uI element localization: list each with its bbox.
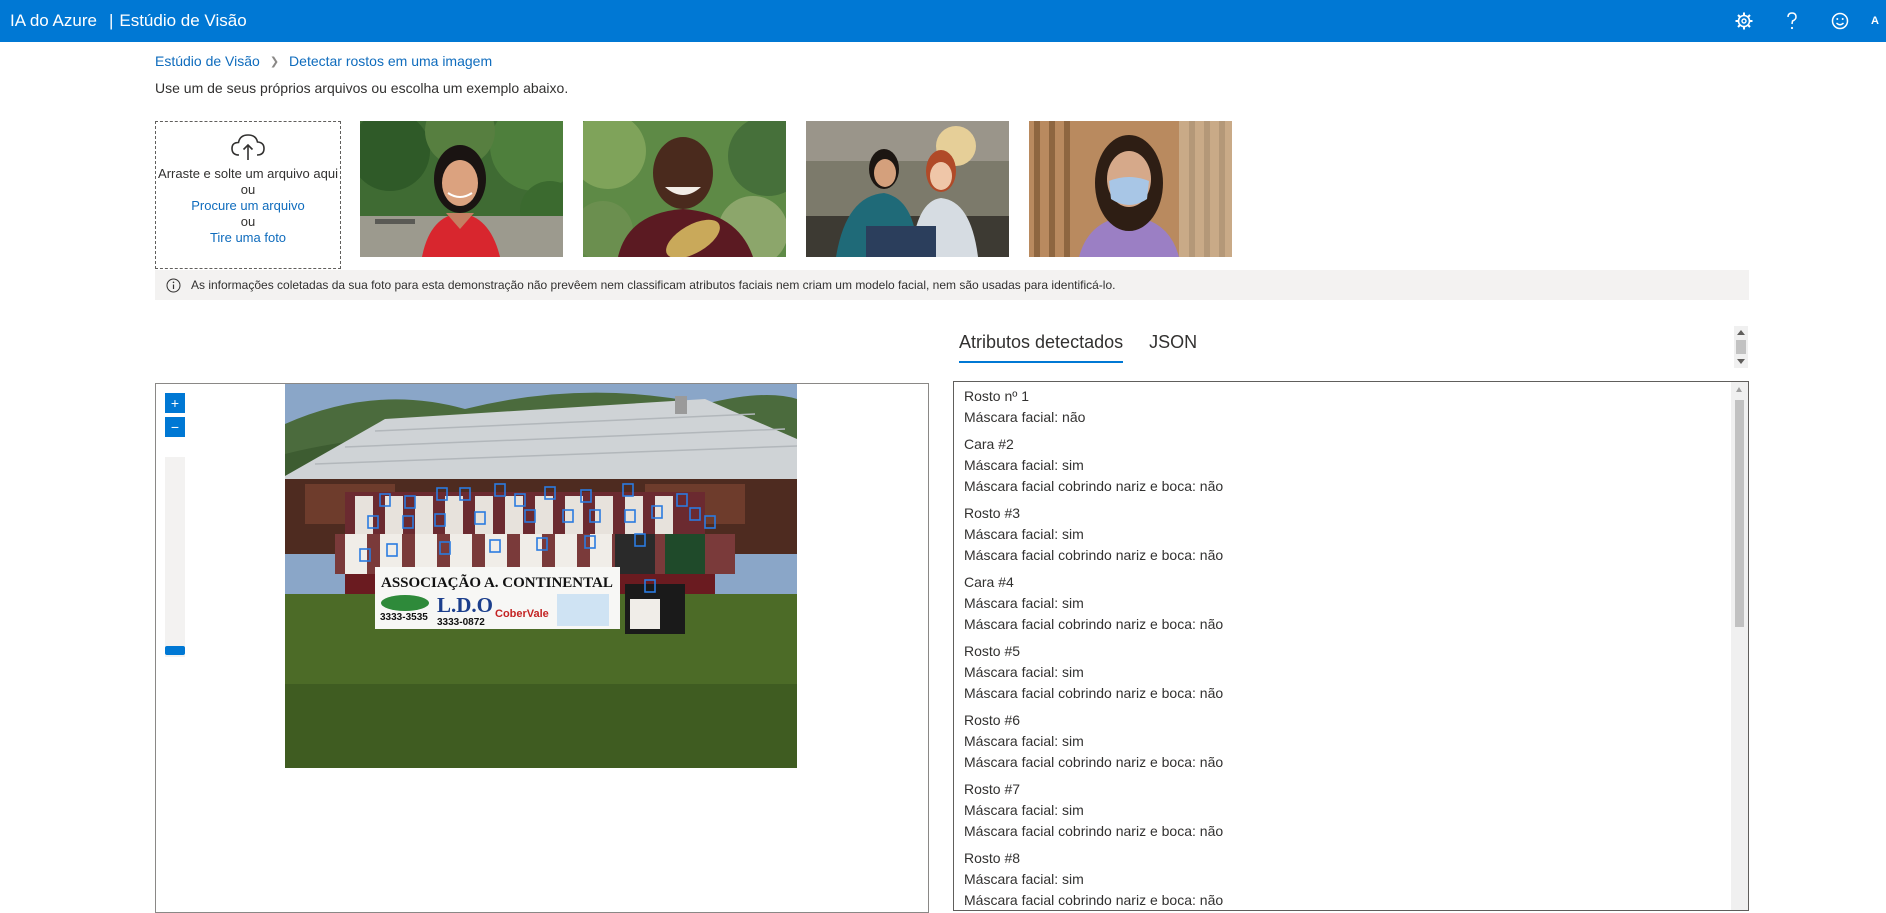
privacy-info-text: As informações coletadas da sua foto par… xyxy=(191,278,1116,292)
face-attribute: Máscara facial cobrindo nariz e boca: nã… xyxy=(964,685,1224,701)
drag-drop-text: Arraste e solte um arquivo aqui xyxy=(158,166,338,181)
sample-image-man-smiling[interactable] xyxy=(583,121,786,257)
face-result-item: Rosto #6 Máscara facial: sim Máscara fac… xyxy=(964,710,1724,773)
zoom-in-button[interactable]: + xyxy=(165,393,185,413)
face-result-item: Cara #2 Máscara facial: sim Máscara faci… xyxy=(964,434,1724,497)
take-photo-link[interactable]: Tire uma foto xyxy=(156,230,340,246)
feedback-smiley-icon[interactable] xyxy=(1816,0,1864,42)
scrollbar-thumb[interactable] xyxy=(1736,340,1746,354)
brand-separator: | xyxy=(108,11,114,30)
face-attribute: Máscara facial: sim xyxy=(964,526,1084,542)
results-scrollbar[interactable] xyxy=(1731,382,1748,910)
face-result-item: Rosto nº 1 Máscara facial: não xyxy=(964,386,1724,428)
tabs-scrollbar[interactable] xyxy=(1734,326,1748,368)
avatar[interactable]: A xyxy=(1864,0,1886,42)
brand-name[interactable]: IA do Azure xyxy=(10,11,97,31)
banner-phone-2: 3333-0872 xyxy=(437,617,485,628)
product-name[interactable]: Estúdio de Visão xyxy=(119,11,246,31)
analyzed-photo: ASSOCIAÇÃO A. CONTINENTAL 3333-3535 L.D.… xyxy=(285,384,797,768)
cloud-upload-icon xyxy=(231,134,265,160)
banner-brand-1: L.D.O xyxy=(437,593,493,617)
face-attribute: Máscara facial cobrindo nariz e boca: nã… xyxy=(964,547,1224,563)
breadcrumb-current-link[interactable]: Detectar rostos em uma imagem xyxy=(289,53,492,69)
file-upload-dropzone[interactable]: Arraste e solte um arquivo aqui ou Procu… xyxy=(155,121,341,269)
zoom-slider-handle[interactable] xyxy=(165,646,185,655)
chevron-right-icon: ❯ xyxy=(269,55,280,68)
face-title: Cara #2 xyxy=(964,436,1014,452)
face-attribute: Máscara facial: sim xyxy=(964,802,1084,818)
tab-detected-attributes[interactable]: Atributos detectados xyxy=(959,332,1124,363)
zoom-out-button[interactable]: − xyxy=(165,417,185,437)
face-title: Rosto nº 1 xyxy=(964,388,1030,404)
banner-phone-1: 3333-3535 xyxy=(380,612,428,623)
breadcrumb-root-link[interactable]: Estúdio de Visão xyxy=(155,53,260,69)
face-title: Rosto #7 xyxy=(964,781,1021,797)
face-attribute: Máscara facial: não xyxy=(964,409,1086,425)
help-icon[interactable] xyxy=(1768,0,1816,42)
face-attribute: Máscara facial cobrindo nariz e boca: nã… xyxy=(964,892,1224,908)
image-viewer: + − ASSOCIAÇÃO A. CONTINENTAL 3333-3535 … xyxy=(155,383,929,913)
face-attribute: Máscara facial cobrindo nariz e boca: nã… xyxy=(964,616,1224,632)
browse-file-link[interactable]: Procure um arquivo xyxy=(156,198,340,214)
top-bar: IA do Azure | Estúdio de Visão A xyxy=(0,0,1886,42)
face-attribute: Máscara facial: sim xyxy=(964,457,1084,473)
sample-image-woman-red-top[interactable] xyxy=(360,121,563,257)
info-icon xyxy=(166,278,181,292)
detected-attributes-panel[interactable]: Rosto nº 1 Máscara facial: não Cara #2 M… xyxy=(953,381,1749,911)
face-attribute: Máscara facial: sim xyxy=(964,664,1084,680)
banner-text: ASSOCIAÇÃO A. CONTINENTAL xyxy=(381,573,613,591)
sample-image-two-women[interactable] xyxy=(806,121,1009,257)
face-result-item: Cara #4 Máscara facial: sim Máscara faci… xyxy=(964,572,1724,635)
face-attribute: Máscara facial: sim xyxy=(964,595,1084,611)
privacy-info-bar: As informações coletadas da sua foto par… xyxy=(155,270,1749,300)
face-attribute: Máscara facial: sim xyxy=(964,733,1084,749)
face-result-item: Rosto #7 Máscara facial: sim Máscara fac… xyxy=(964,779,1724,842)
sample-image-woman-mask[interactable] xyxy=(1029,121,1232,257)
scroll-down-arrow-icon[interactable] xyxy=(1737,359,1745,364)
tab-json[interactable]: JSON xyxy=(1149,332,1197,363)
face-title: Cara #4 xyxy=(964,574,1014,590)
face-title: Rosto #6 xyxy=(964,712,1021,728)
instructions-text: Use um de seus próprios arquivos ou esco… xyxy=(155,80,569,96)
gear-icon[interactable] xyxy=(1720,0,1768,42)
face-attribute: Máscara facial cobrindo nariz e boca: nã… xyxy=(964,478,1224,494)
or-text: ou xyxy=(240,214,256,229)
banner-brand-2: CoberVale xyxy=(495,608,549,620)
face-title: Rosto #3 xyxy=(964,505,1021,521)
face-result-item: Rosto #3 Máscara facial: sim Máscara fac… xyxy=(964,503,1724,566)
face-result-item: Rosto #5 Máscara facial: sim Máscara fac… xyxy=(964,641,1724,704)
or-text: ou xyxy=(240,182,256,197)
face-title: Rosto #5 xyxy=(964,643,1021,659)
scrollbar-thumb[interactable] xyxy=(1735,400,1744,627)
zoom-slider-track[interactable] xyxy=(165,457,185,657)
scroll-up-arrow-icon[interactable] xyxy=(1737,330,1745,335)
face-result-item: Rosto #8 Máscara facial: sim Máscara fac… xyxy=(964,848,1724,910)
face-results-list: Rosto nº 1 Máscara facial: não Cara #2 M… xyxy=(964,386,1724,910)
results-tabs: Atributos detectados JSON xyxy=(959,332,1223,363)
face-attribute: Máscara facial: sim xyxy=(964,871,1084,887)
breadcrumb: Estúdio de Visão ❯ Detectar rostos em um… xyxy=(155,53,492,69)
scroll-up-arrow-icon[interactable] xyxy=(1736,387,1742,392)
top-bar-icons: A xyxy=(1720,0,1886,42)
face-attribute: Máscara facial cobrindo nariz e boca: nã… xyxy=(964,754,1224,770)
face-attribute: Máscara facial cobrindo nariz e boca: nã… xyxy=(964,823,1224,839)
face-title: Rosto #8 xyxy=(964,850,1021,866)
